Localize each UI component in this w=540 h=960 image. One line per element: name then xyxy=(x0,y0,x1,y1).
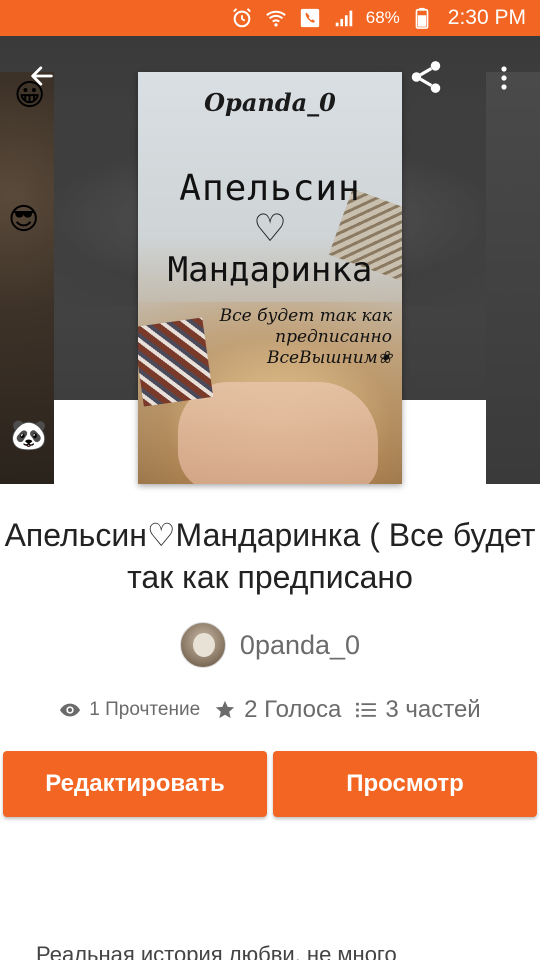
more-vertical-icon xyxy=(501,66,507,90)
more-options-button[interactable] xyxy=(490,60,518,96)
alarm-icon xyxy=(230,6,254,30)
cover-title-line2: Мандаринка xyxy=(167,250,373,290)
signal-icon xyxy=(332,6,356,30)
status-bar: 68% 2:30 PM xyxy=(0,0,540,36)
cover-subtitle: Все будет так как предписанно ВсеВышним❀ xyxy=(219,306,392,368)
battery-icon xyxy=(410,6,434,30)
panda-icon: 🐼 xyxy=(10,419,48,452)
parts-count: 3 частей xyxy=(385,696,481,723)
author-row[interactable]: 0panda_0 xyxy=(0,622,540,668)
parts-stat: 3 частей xyxy=(355,696,481,724)
cover-heart: ♡ xyxy=(252,208,288,250)
wifi-icon xyxy=(264,6,288,30)
edit-button[interactable]: Редактировать xyxy=(3,751,267,817)
cover-author-text: Opanda_0 xyxy=(204,88,336,117)
avatar[interactable] xyxy=(179,622,226,668)
list-icon xyxy=(356,702,377,718)
votes-count: 2 Голоса xyxy=(244,696,342,723)
next-cover[interactable] xyxy=(486,72,540,484)
book-title: Апельсин♡Мандаринка ( Все будет так как … xyxy=(4,517,536,595)
stats-row: 1 Прочтение 2 Голоса 3 частей xyxy=(0,696,540,724)
votes-stat: 2 Голоса xyxy=(214,696,341,724)
arrow-left-icon xyxy=(31,66,53,86)
cover-title-line1: Апельсин xyxy=(179,168,361,209)
book-description: Реальная история любви, не много xyxy=(36,942,397,960)
eye-icon xyxy=(60,703,81,717)
emoji-icon: 😎 xyxy=(8,203,40,236)
star-icon xyxy=(215,700,235,719)
back-button[interactable] xyxy=(24,58,60,94)
share-icon xyxy=(411,61,441,93)
previous-cover[interactable]: 😀 😎 🐼 xyxy=(0,72,54,484)
reads-stat: 1 Прочтение xyxy=(59,699,200,721)
author-name[interactable]: 0panda_0 xyxy=(240,630,360,661)
clock: 2:30 PM xyxy=(447,6,526,29)
share-button[interactable] xyxy=(406,56,446,98)
call-icon xyxy=(298,6,322,30)
battery-percent: 68% xyxy=(365,8,400,27)
reads-count: 1 Прочтение xyxy=(89,699,201,720)
book-cover: Opanda_0 Апельсин ♡ Мандаринка Все будет… xyxy=(138,72,402,484)
view-button[interactable]: Просмотр xyxy=(273,751,537,817)
